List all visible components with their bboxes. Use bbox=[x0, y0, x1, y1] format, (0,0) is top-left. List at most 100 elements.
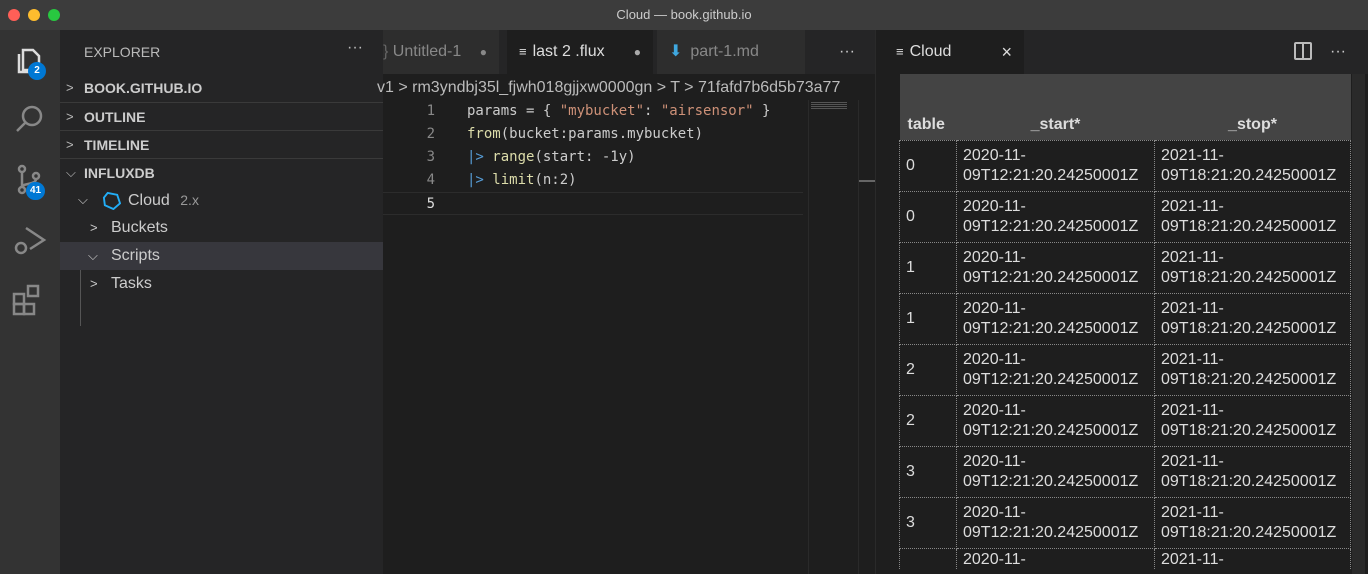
tree-item-scripts[interactable]: ⌵ Scripts bbox=[60, 242, 383, 270]
section-book-github-io[interactable]: > BOOK.GITHUB.IO bbox=[60, 74, 383, 102]
tree-item-tasks[interactable]: > Tasks bbox=[60, 270, 383, 298]
cell-stop: 2021-11-09T18:21:20.24250001Z bbox=[1154, 139, 1351, 192]
cell-table: 2 bbox=[899, 343, 957, 396]
extensions-icon[interactable] bbox=[10, 280, 50, 320]
more-tabs-icon[interactable]: ··· bbox=[839, 30, 855, 74]
table-row: 1 2020-11-09T12:21:20.24250001Z 2021-11-09… bbox=[899, 241, 1351, 294]
minimize-window-button[interactable] bbox=[28, 9, 40, 21]
tree-label: Buckets bbox=[111, 219, 168, 236]
column-header-stop: _stop* bbox=[1154, 74, 1351, 140]
code-line[interactable]: 4 |> limit(n:2) bbox=[383, 169, 803, 192]
breadcrumb-item[interactable]: v1 bbox=[377, 79, 394, 96]
tree-label: Tasks bbox=[111, 275, 152, 292]
cell-start: 2020-11-09T12:21:20.24250001Z bbox=[956, 394, 1155, 447]
cell-stop: 2021-11-09T18:21:20.24250001Z bbox=[1154, 394, 1351, 447]
cell-table bbox=[899, 547, 957, 569]
results-table-container: table _start* _stop* 0 2020-11-09T12:21:2… bbox=[899, 74, 1351, 569]
tab-label: part-1.md bbox=[690, 43, 759, 60]
source-control-icon[interactable]: 41 bbox=[10, 160, 50, 200]
section-label: TIMELINE bbox=[84, 137, 150, 153]
column-header-table: table bbox=[899, 74, 957, 140]
chevron-right-icon: > bbox=[66, 137, 74, 152]
code-line-current[interactable]: 5 bbox=[383, 192, 803, 215]
cell-table: 0 bbox=[899, 139, 957, 192]
run-debug-icon[interactable] bbox=[10, 220, 50, 260]
results-panel: ≡ Cloud × ··· table _start* _stop* 0 2020-1… bbox=[875, 30, 1368, 574]
cell-table: 3 bbox=[899, 496, 957, 549]
section-outline[interactable]: > OUTLINE bbox=[60, 102, 383, 130]
connection-name: Cloud bbox=[128, 192, 170, 209]
zoom-window-button[interactable] bbox=[48, 9, 60, 21]
cell-stop: 2021-11-09T18:21:20.24250001Z bbox=[1154, 241, 1351, 294]
split-editor-icon[interactable] bbox=[1294, 42, 1312, 60]
table-row: 0 2020-11-09T12:21:20.24250001Z 2021-11-09… bbox=[899, 190, 1351, 243]
activity-bar: 2 41 bbox=[0, 30, 60, 574]
explorer-badge: 2 bbox=[28, 62, 46, 80]
cell-stop: 2021-11-09T18:21:20.24250001Z bbox=[1154, 190, 1351, 243]
tree-item-buckets[interactable]: > Buckets bbox=[60, 214, 383, 242]
cell-start: 2020-11- bbox=[956, 547, 1155, 569]
cell-stop: 2021-11-09T18:21:20.24250001Z bbox=[1154, 445, 1351, 498]
connection-version: 2.x bbox=[180, 192, 199, 208]
chevron-right-icon: > bbox=[90, 220, 98, 235]
section-influxdb[interactable]: ⌵ INFLUXDB bbox=[60, 158, 383, 186]
search-icon[interactable] bbox=[10, 100, 50, 140]
breadcrumb-item[interactable]: T bbox=[670, 79, 679, 96]
cell-start: 2020-11-09T12:21:20.24250001Z bbox=[956, 139, 1155, 192]
explorer-sidebar: EXPLORER ··· > BOOK.GITHUB.IO > OUTLINE > T… bbox=[60, 30, 383, 574]
table-row: 0 2020-11-09T12:21:20.24250001Z 2021-11-09… bbox=[899, 139, 1351, 192]
cell-table: 0 bbox=[899, 190, 957, 243]
breadcrumb-item[interactable]: 71fafd7b6d5b73a77 bbox=[698, 79, 840, 96]
chevron-down-icon: ⌵ bbox=[88, 248, 98, 263]
table-row: 2 2020-11-09T12:21:20.24250001Z 2021-11-09… bbox=[899, 394, 1351, 447]
explorer-title: EXPLORER bbox=[84, 44, 161, 60]
results-table: table _start* _stop* 0 2020-11-09T12:21:2… bbox=[899, 74, 1351, 569]
tab-last-2-flux[interactable]: ≡ last 2 .flux ● bbox=[507, 30, 653, 74]
editor-group: } Untitled-1 ● ≡ last 2 .flux ● ⬇ part-1.md … bbox=[377, 30, 875, 574]
tab-cloud-results[interactable]: ≡ Cloud × bbox=[876, 30, 1024, 74]
close-window-button[interactable] bbox=[8, 9, 20, 21]
table-row: 2020-11- 2021-11- bbox=[899, 547, 1351, 569]
chevron-right-icon: > bbox=[66, 109, 74, 124]
code-line[interactable]: 2 from(bucket:params.mybucket) bbox=[383, 123, 803, 146]
code-line[interactable]: 1 params = { "mybucket": "airsensor" } bbox=[383, 100, 803, 123]
table-row: 1 2020-11-09T12:21:20.24250001Z 2021-11-09… bbox=[899, 292, 1351, 345]
cell-start: 2020-11-09T12:21:20.24250001Z bbox=[956, 241, 1155, 294]
cell-table: 1 bbox=[899, 241, 957, 294]
tab-label: last 2 .flux bbox=[532, 43, 605, 60]
results-scrollbar[interactable] bbox=[1352, 74, 1365, 574]
more-actions-icon[interactable]: ··· bbox=[1330, 30, 1346, 74]
line-number: 2 bbox=[426, 126, 435, 142]
section-timeline[interactable]: > TIMELINE bbox=[60, 130, 383, 158]
cell-table: 3 bbox=[899, 445, 957, 498]
minimap[interactable] bbox=[808, 100, 858, 574]
column-header-start: _start* bbox=[956, 74, 1155, 140]
more-actions-icon[interactable]: ··· bbox=[347, 26, 363, 70]
cell-stop: 2021-11-09T18:21:20.24250001Z bbox=[1154, 343, 1351, 396]
title-bar: Cloud — book.github.io bbox=[0, 0, 1368, 30]
tab-part-1-md[interactable]: ⬇ part-1.md bbox=[657, 30, 805, 74]
section-label: INFLUXDB bbox=[84, 165, 155, 181]
chevron-right-icon: > bbox=[66, 80, 74, 95]
close-icon[interactable]: × bbox=[1001, 30, 1012, 74]
breadcrumb-item[interactable]: rm3yndbj35l_fjwh018gjjxw0000gn bbox=[412, 79, 652, 96]
tree-label: Scripts bbox=[111, 247, 160, 264]
cell-start: 2020-11-09T12:21:20.24250001Z bbox=[956, 343, 1155, 396]
chevron-down-icon: ⌵ bbox=[66, 165, 76, 180]
code-editor[interactable]: 1 params = { "mybucket": "airsensor" } 2f… bbox=[383, 100, 803, 215]
code-line[interactable]: 3 |> range(start: -1y) bbox=[383, 146, 803, 169]
cell-start: 2020-11-09T12:21:20.24250001Z bbox=[956, 292, 1155, 345]
window-title: Cloud — book.github.io bbox=[616, 7, 752, 22]
section-label: OUTLINE bbox=[84, 109, 146, 125]
cell-start: 2020-11-09T12:21:20.24250001Z bbox=[956, 190, 1155, 243]
cell-start: 2020-11-09T12:21:20.24250001Z bbox=[956, 445, 1155, 498]
editor-scrollbar[interactable] bbox=[858, 100, 875, 574]
cell-start: 2020-11-09T12:21:20.24250001Z bbox=[956, 496, 1155, 549]
tab-label: Cloud bbox=[909, 43, 952, 60]
tab-untitled-1[interactable]: } Untitled-1 ● bbox=[383, 30, 499, 74]
section-label: BOOK.GITHUB.IO bbox=[84, 80, 203, 96]
explorer-icon[interactable]: 2 bbox=[10, 40, 50, 80]
breadcrumb: v1 > rm3yndbj35l_fjwh018gjjxw0000gn > T … bbox=[377, 79, 841, 96]
tree-item-cloud[interactable]: ⌵ Cloud 2.x bbox=[60, 186, 383, 214]
file-lines-icon: ≡ bbox=[519, 44, 527, 59]
